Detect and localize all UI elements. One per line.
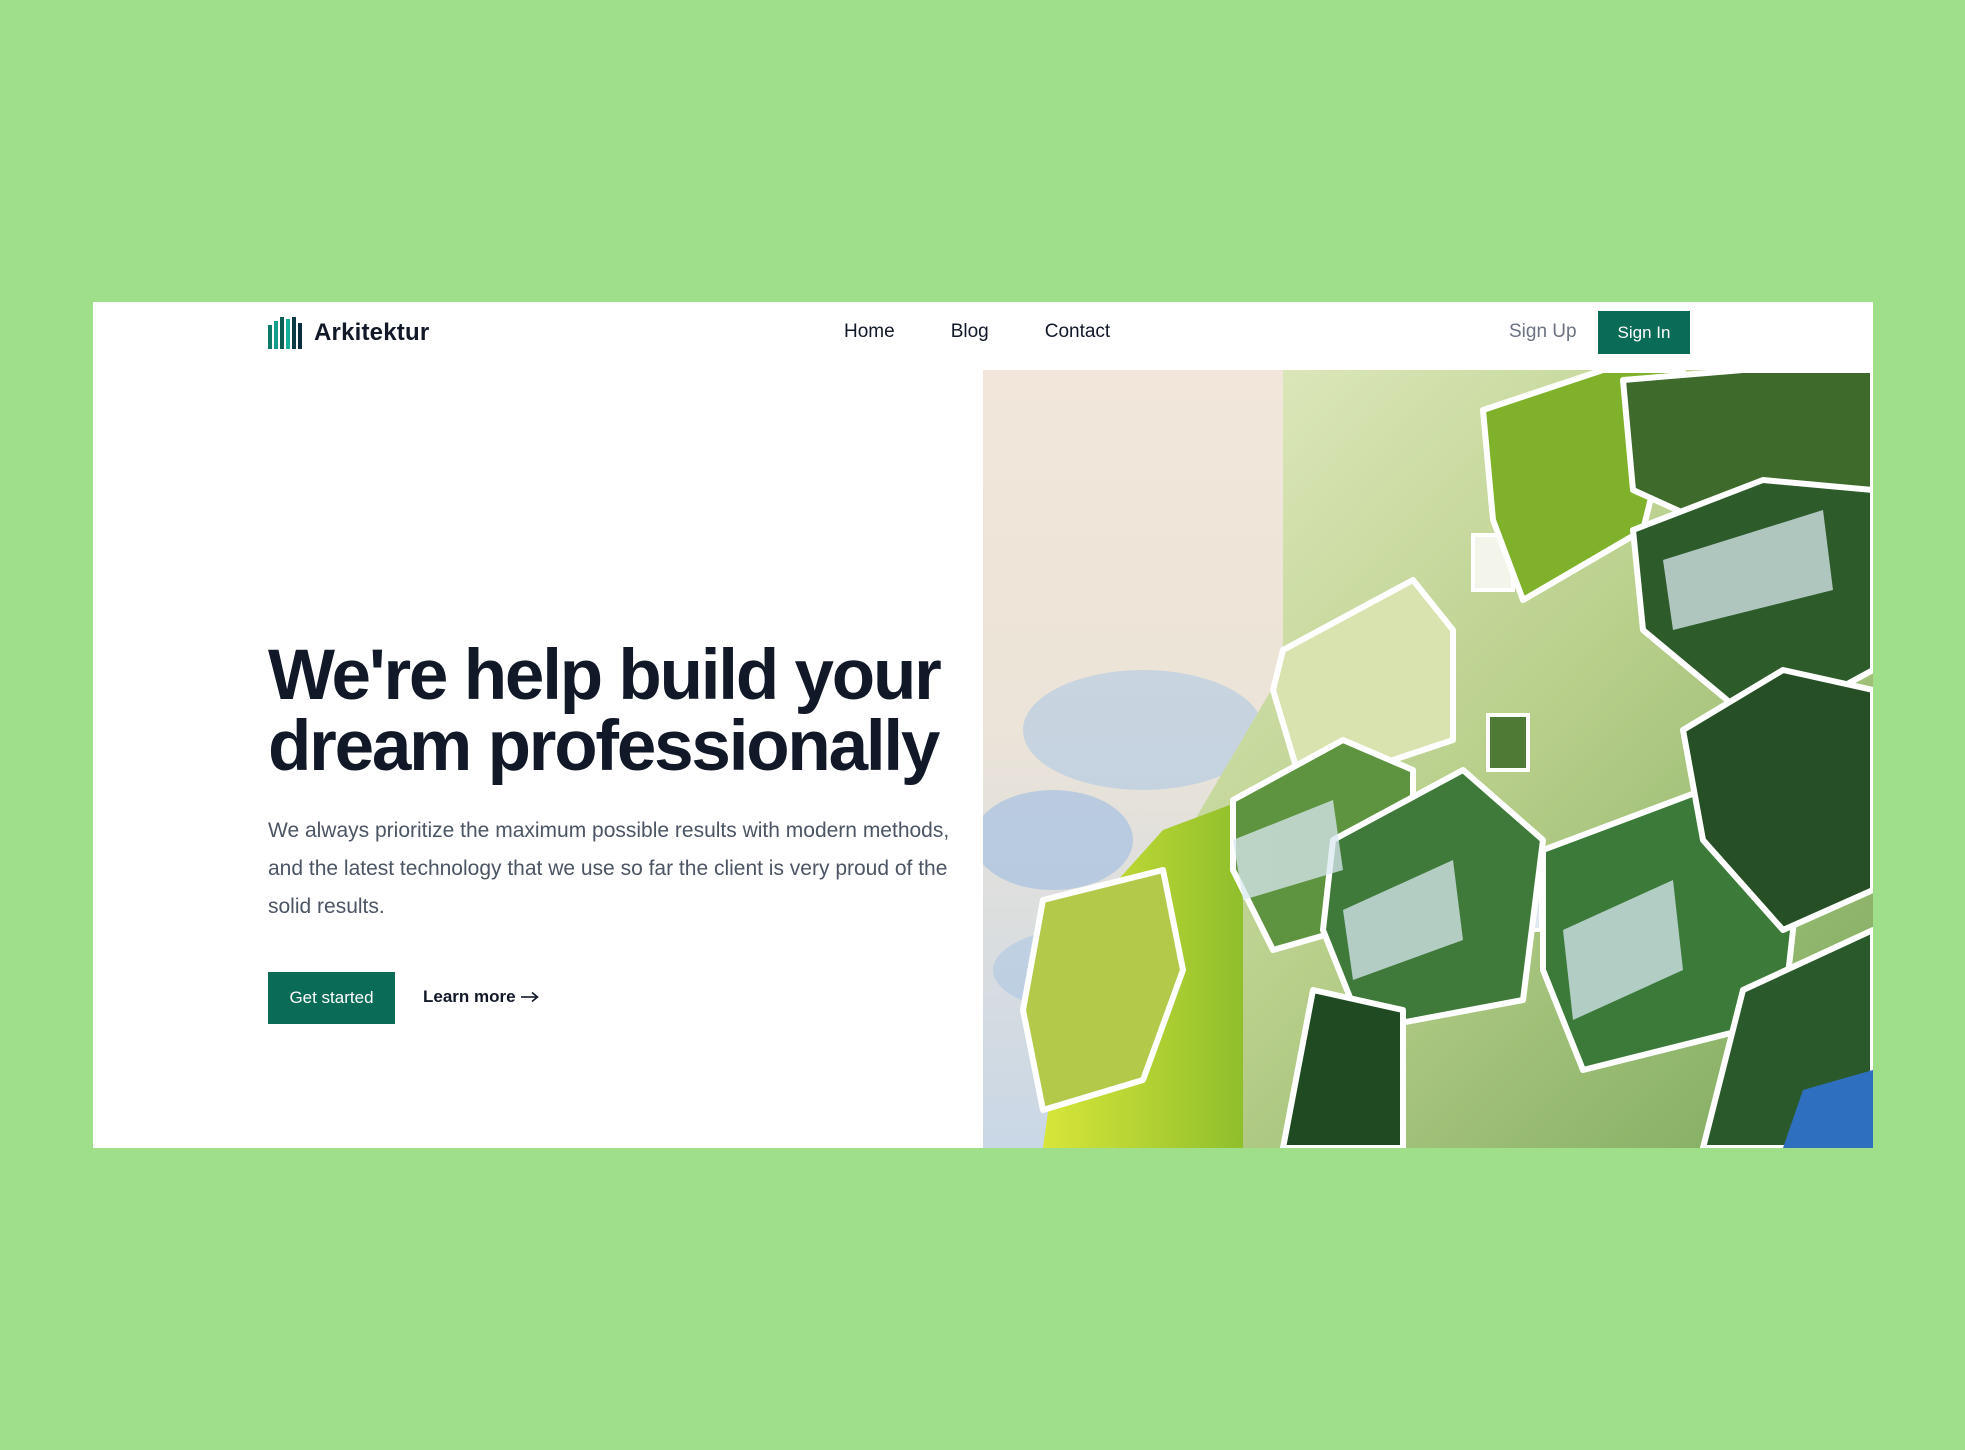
learn-more-label: Learn more xyxy=(423,987,516,1006)
sign-up-link[interactable]: Sign Up xyxy=(1509,321,1577,343)
sign-in-button[interactable]: Sign In xyxy=(1598,311,1690,354)
navbar: Arkitektur Home Blog Contact Sign Up Sig… xyxy=(93,302,1873,370)
nav-link-home[interactable]: Home xyxy=(844,321,895,343)
hero-building-image xyxy=(983,370,1873,1148)
nav-link-blog[interactable]: Blog xyxy=(951,321,989,343)
brand-name: Arkitektur xyxy=(314,319,430,346)
hero-title: We're help build your dream professional… xyxy=(268,640,988,782)
building-logo-icon xyxy=(268,317,302,349)
hero-description: We always prioritize the maximum possibl… xyxy=(268,819,950,918)
learn-more-link[interactable]: Learn more xyxy=(423,987,540,1007)
hero-title-line-2: dream professionally xyxy=(268,707,940,786)
arrow-right-icon xyxy=(520,991,539,1003)
landing-page: Arkitektur Home Blog Contact Sign Up Sig… xyxy=(93,302,1873,1148)
nav-link-contact[interactable]: Contact xyxy=(1045,321,1110,343)
get-started-button[interactable]: Get started xyxy=(268,972,395,1024)
brand[interactable]: Arkitektur xyxy=(268,315,429,351)
main-nav: Home Blog Contact xyxy=(844,321,1110,343)
hero-title-line-1: We're help build your xyxy=(268,636,942,715)
